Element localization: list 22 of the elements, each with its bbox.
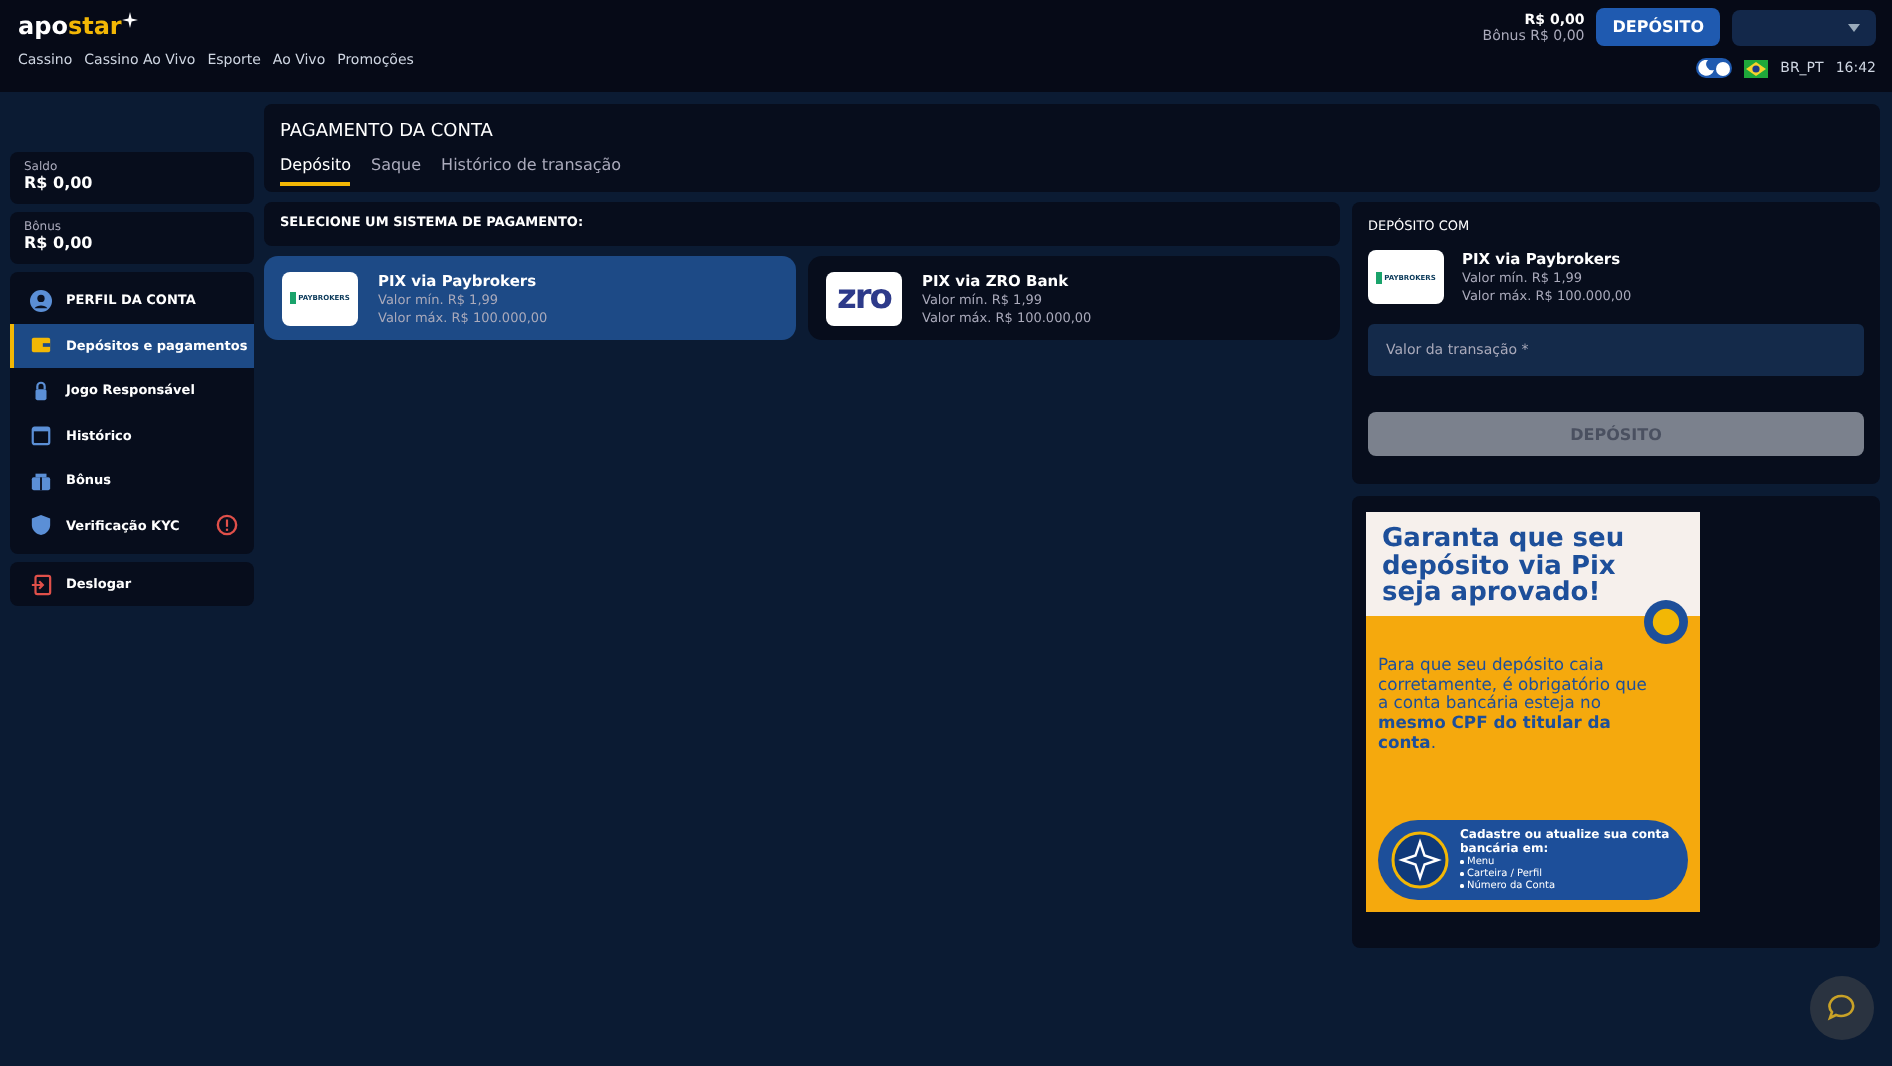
theme-toggle[interactable]	[1696, 58, 1733, 78]
profile-icon	[30, 289, 52, 312]
deposit-button[interactable]: DEPÓSITO	[1596, 8, 1720, 46]
gift-icon	[30, 469, 52, 492]
flag-icon[interactable]	[1744, 59, 1769, 77]
calendar-icon	[30, 424, 52, 447]
banner-text: Para que seu depósito caia corretamente, é obrigatório que a conta bancária esteja no mesmo CPF do titular da conta.	[1378, 655, 1649, 753]
logo[interactable]: apostar	[18, 12, 138, 40]
wallet-icon	[30, 334, 52, 357]
caret-icon	[1848, 23, 1860, 31]
chat-button[interactable]	[1810, 976, 1874, 1040]
payment-logo: zro	[826, 271, 902, 325]
shield-icon	[30, 514, 52, 537]
logout-icon	[30, 573, 52, 595]
chat-icon	[1826, 992, 1858, 1024]
page-title: PAGAMENTO DA CONTA	[280, 122, 495, 142]
banner-headline: Garanta que seu depósito via Pix seja aprovado!	[1380, 522, 1627, 613]
tab[interactable]: Histórico de transação	[441, 156, 622, 186]
lock-icon	[30, 379, 52, 402]
tab[interactable]: Saque	[370, 156, 422, 186]
coin-icon	[1644, 599, 1688, 644]
tab[interactable]: Depósito	[280, 156, 351, 186]
